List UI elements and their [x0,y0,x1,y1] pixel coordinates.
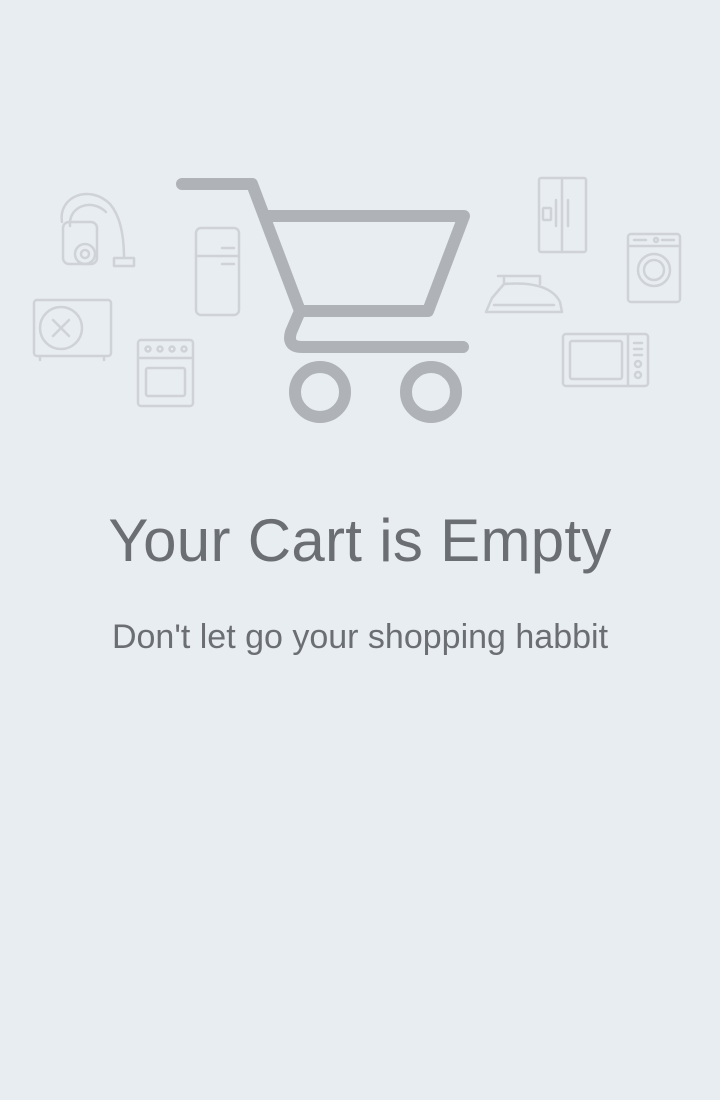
refrigerator-icon [194,226,241,317]
shopping-cart-icon [176,178,470,423]
empty-cart-illustration [32,176,682,423]
oven-icon [136,338,195,408]
washing-machine-icon [626,232,682,304]
air-conditioner-icon [32,298,113,362]
iron-icon [484,274,564,314]
vacuum-cleaner-icon [60,192,136,268]
empty-cart-subtitle: Don't let go your shopping habbit [111,618,609,656]
empty-cart-title: Your Cart is Empty [108,507,612,574]
microwave-icon [561,332,650,388]
empty-cart-screen: Your Cart is Empty Don't let go your sho… [0,0,720,1100]
double-door-fridge-icon [537,176,588,254]
